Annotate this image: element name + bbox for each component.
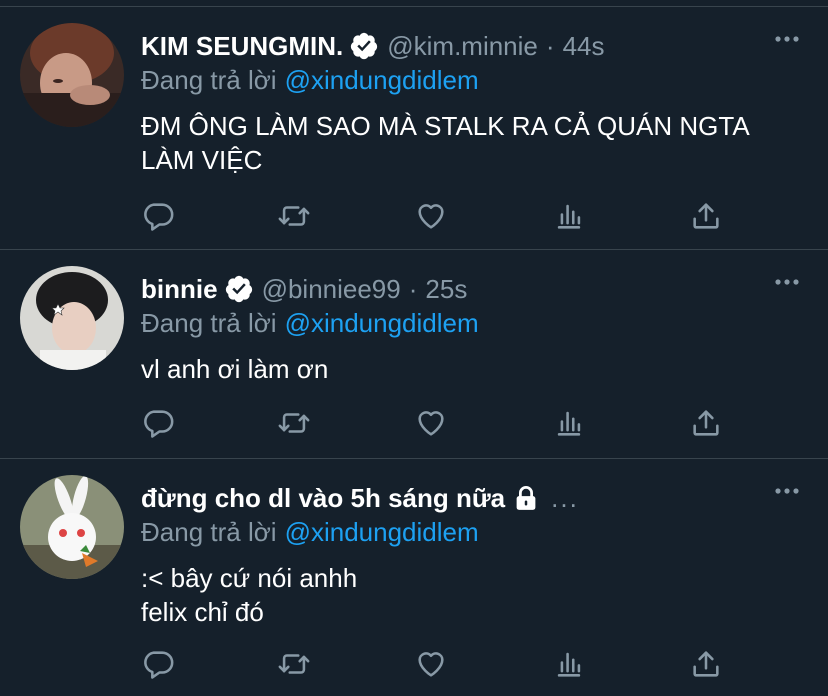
tweet-actions bbox=[141, 199, 741, 233]
tweet-actions bbox=[141, 406, 741, 440]
display-name[interactable]: KIM SEUNGMIN. bbox=[141, 31, 343, 62]
tweet-text-line: vl anh ơi làm ơn bbox=[141, 354, 329, 384]
reply-icon[interactable] bbox=[141, 406, 175, 440]
reply-mention-link[interactable]: @xindungdidlem bbox=[285, 308, 479, 338]
separator-dot: · bbox=[545, 30, 555, 61]
replying-to: Đang trả lời @xindungdidlem bbox=[141, 65, 479, 96]
top-divider bbox=[0, 0, 828, 7]
avatar[interactable] bbox=[20, 266, 124, 370]
avatar[interactable] bbox=[20, 475, 124, 579]
avatar[interactable] bbox=[20, 23, 124, 127]
share-icon[interactable] bbox=[689, 406, 723, 440]
replying-to-label: Đang trả lời bbox=[141, 65, 277, 95]
timestamp[interactable]: 25s bbox=[425, 274, 467, 305]
display-name[interactable]: đừng cho dl vào 5h sáng nữa bbox=[141, 483, 505, 514]
reply-mention-link[interactable]: @xindungdidlem bbox=[285, 517, 479, 547]
tweet-text-line: ĐM ÔNG LÀM SAO MÀ STALK RA CẢ QUÁN NGTA bbox=[141, 111, 750, 141]
share-icon[interactable] bbox=[689, 647, 723, 681]
replying-to: Đang trả lời @xindungdidlem bbox=[141, 517, 479, 548]
like-icon[interactable] bbox=[414, 647, 448, 681]
retweet-icon[interactable] bbox=[277, 199, 311, 233]
tweet-header: binnie @binniee99 · 25s bbox=[141, 272, 467, 306]
tweet-text-line: felix chỉ đó bbox=[141, 597, 264, 627]
replying-to: Đang trả lời @xindungdidlem bbox=[141, 308, 479, 339]
user-handle[interactable]: @kim.minnie bbox=[387, 31, 538, 62]
analytics-icon[interactable] bbox=[552, 406, 586, 440]
name-truncation: ... bbox=[551, 482, 579, 513]
user-handle[interactable]: @binniee99 bbox=[262, 274, 401, 305]
verified-icon bbox=[349, 31, 379, 61]
tweet-text-line: LÀM VIỆC bbox=[141, 145, 263, 175]
tweet-text: :< bây cứ nói anhh felix chỉ đó bbox=[141, 561, 811, 629]
timestamp[interactable]: 44s bbox=[563, 31, 605, 62]
tweet-text: ĐM ÔNG LÀM SAO MÀ STALK RA CẢ QUÁN NGTA … bbox=[141, 109, 811, 177]
reply-icon[interactable] bbox=[141, 647, 175, 681]
more-icon[interactable] bbox=[774, 31, 800, 47]
reply-icon[interactable] bbox=[141, 199, 175, 233]
like-icon[interactable] bbox=[414, 199, 448, 233]
analytics-icon[interactable] bbox=[552, 199, 586, 233]
more-icon[interactable] bbox=[774, 274, 800, 290]
like-icon[interactable] bbox=[414, 406, 448, 440]
tweet-actions bbox=[141, 647, 741, 681]
tweet[interactable]: KIM SEUNGMIN. @kim.minnie · 44s Đang trả… bbox=[0, 7, 828, 250]
separator-dot: · bbox=[408, 273, 418, 304]
share-icon[interactable] bbox=[689, 199, 723, 233]
replying-to-label: Đang trả lời bbox=[141, 517, 277, 547]
lock-icon bbox=[511, 483, 541, 513]
tweet[interactable]: đừng cho dl vào 5h sáng nữa ... Đang trả… bbox=[0, 459, 828, 696]
tweet[interactable]: binnie @binniee99 · 25s Đang trả lời @xin… bbox=[0, 250, 828, 459]
timeline: KIM SEUNGMIN. @kim.minnie · 44s Đang trả… bbox=[0, 0, 828, 696]
verified-icon bbox=[224, 274, 254, 304]
tweet-header: đừng cho dl vào 5h sáng nữa ... bbox=[141, 481, 579, 515]
more-icon[interactable] bbox=[774, 483, 800, 499]
replying-to-label: Đang trả lời bbox=[141, 308, 277, 338]
retweet-icon[interactable] bbox=[277, 647, 311, 681]
tweet-header: KIM SEUNGMIN. @kim.minnie · 44s bbox=[141, 29, 604, 63]
analytics-icon[interactable] bbox=[552, 647, 586, 681]
reply-mention-link[interactable]: @xindungdidlem bbox=[285, 65, 479, 95]
tweet-text: vl anh ơi làm ơn bbox=[141, 352, 811, 386]
retweet-icon[interactable] bbox=[277, 406, 311, 440]
tweet-text-line: :< bây cứ nói anhh bbox=[141, 563, 358, 593]
display-name[interactable]: binnie bbox=[141, 274, 218, 305]
